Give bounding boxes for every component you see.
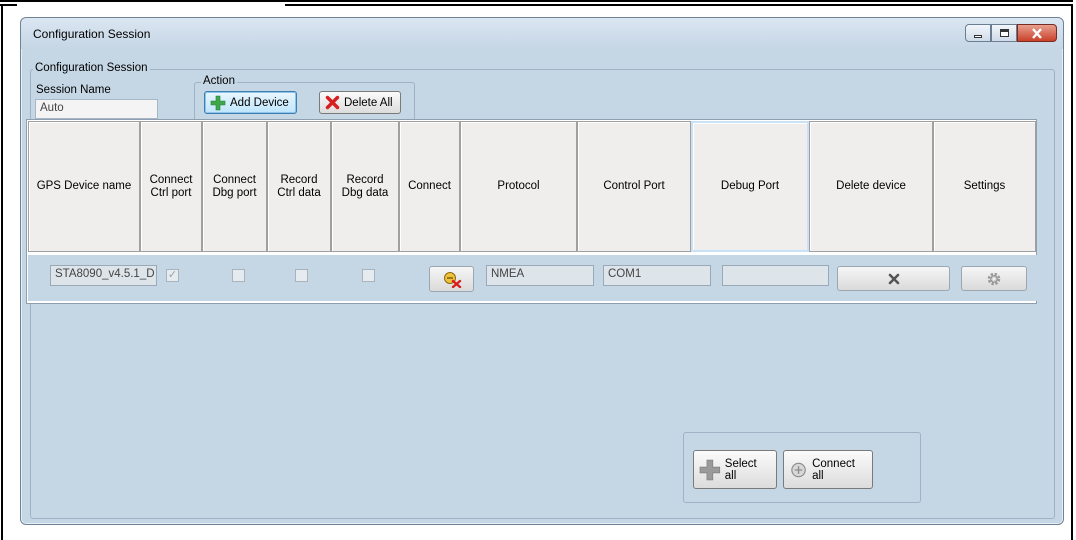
- record-dbg-checkbox[interactable]: [362, 269, 375, 282]
- select-all-label: Select all: [724, 457, 757, 482]
- header-connect-dbg-port[interactable]: Connect Dbg port: [202, 121, 267, 252]
- header-connect-ctrl-port[interactable]: Connect Ctrl port: [140, 121, 202, 252]
- header-control-port[interactable]: Control Port: [577, 121, 691, 252]
- document-frame-top: [0, 0, 1073, 3]
- connect-all-button[interactable]: Connect all: [783, 450, 873, 489]
- header-record-dbg-data[interactable]: Record Dbg data: [331, 121, 399, 252]
- settings-button[interactable]: [961, 266, 1027, 291]
- red-x-icon: [325, 95, 340, 110]
- connect-all-label: Connect all: [812, 457, 855, 482]
- add-device-button[interactable]: Add Device: [204, 91, 297, 114]
- session-name-input[interactable]: Auto: [35, 99, 158, 119]
- close-icon: [1032, 27, 1042, 39]
- connect-ctrl-checkbox[interactable]: ✓: [166, 269, 179, 282]
- window-title: Configuration Session: [33, 27, 151, 41]
- close-button[interactable]: [1017, 24, 1057, 42]
- plus-icon: [210, 95, 226, 110]
- add-device-label: Add Device: [230, 96, 289, 109]
- record-ctrl-checkbox[interactable]: [295, 269, 308, 282]
- title-bar[interactable]: Configuration Session: [21, 18, 1063, 49]
- header-protocol[interactable]: Protocol: [460, 121, 577, 252]
- protocol-cell[interactable]: NMEA: [486, 265, 594, 286]
- document-frame-line: [285, 4, 1073, 6]
- device-name-cell[interactable]: STA8090_v4.5.1_D: [50, 265, 157, 286]
- plus-icon: [699, 459, 721, 480]
- document-frame-left: [1, 4, 3, 540]
- device-grid: GPS Device name Connect Ctrl port Connec…: [26, 119, 1037, 304]
- session-name-label: Session Name: [36, 84, 111, 96]
- minimize-button[interactable]: [965, 24, 991, 42]
- maximize-icon: [999, 29, 1009, 37]
- disconnected-plug-icon: [443, 272, 461, 288]
- connect-dbg-checkbox[interactable]: [232, 269, 245, 282]
- delete-device-button[interactable]: [837, 266, 950, 291]
- minimize-icon: [974, 34, 982, 38]
- delete-all-label: Delete All: [344, 96, 393, 109]
- x-icon: [888, 273, 899, 284]
- delete-all-button[interactable]: Delete All: [319, 91, 401, 114]
- window-controls: [965, 24, 1057, 42]
- select-all-button[interactable]: Select all: [693, 450, 777, 489]
- header-settings[interactable]: Settings: [933, 121, 1036, 252]
- header-debug-port[interactable]: Debug Port: [691, 121, 809, 252]
- connect-device-button[interactable]: [429, 266, 474, 292]
- document-frame-right: [1071, 4, 1073, 540]
- session-group-legend: Configuration Session: [33, 62, 150, 74]
- header-connect[interactable]: Connect: [399, 121, 460, 252]
- action-legend: Action: [201, 75, 237, 87]
- header-delete-device[interactable]: Delete device: [809, 121, 933, 252]
- control-port-cell[interactable]: COM1: [603, 265, 711, 286]
- plug-icon: [791, 462, 806, 477]
- gear-icon: [987, 272, 1001, 285]
- maximize-button[interactable]: [991, 24, 1017, 42]
- header-record-ctrl-data[interactable]: Record Ctrl data: [267, 121, 331, 252]
- debug-port-cell[interactable]: [722, 265, 829, 286]
- header-gps-device-name[interactable]: GPS Device name: [28, 121, 140, 252]
